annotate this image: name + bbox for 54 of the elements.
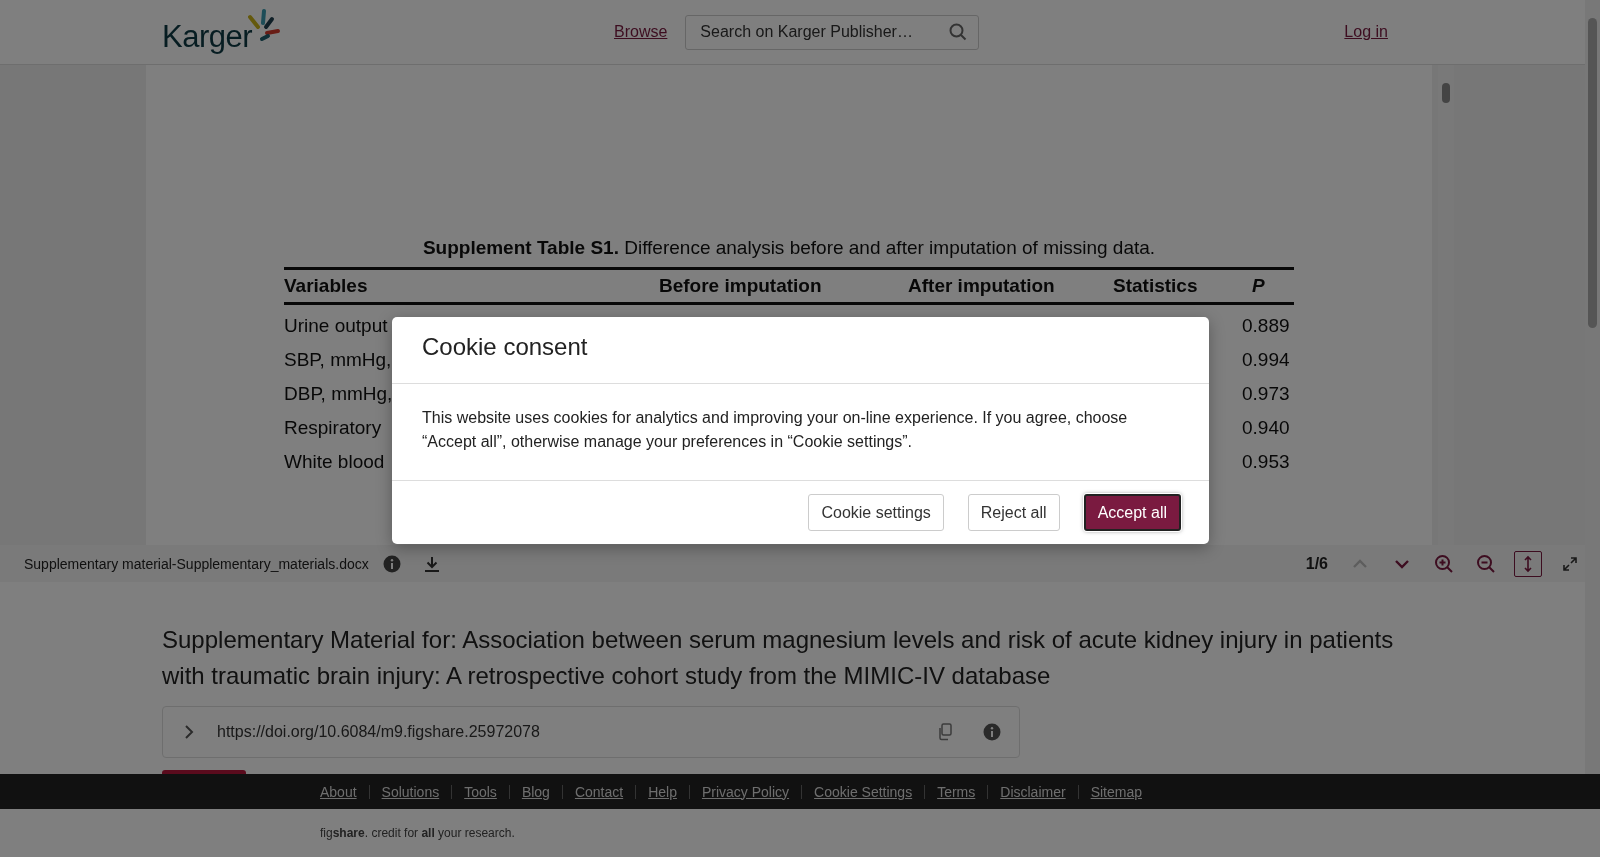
table-cell: White blood [284,451,385,473]
logo[interactable]: Karger [162,9,614,55]
column-header: Variables [284,275,369,297]
page-scrollbar[interactable] [1585,0,1600,774]
file-name: Supplementary material-Supplementary_materials.docx [24,555,369,572]
tagline: figshare. credit for all your research. [320,826,515,840]
logo-text: Karger [162,19,253,55]
column-header: Statistics [1113,275,1199,297]
column-header: Before imputation [659,275,823,297]
footer-link[interactable]: Help [648,783,677,800]
footer-link[interactable]: Contact [574,783,624,800]
table-cell: Urine output [284,315,388,337]
item-title: Supplementary Material for: Association between serum magnesium levels and risk of acute kidney injury in patients with traumatic brain injury: A retrospective cohort study from the MIMIC-IV database [162,625,1395,691]
dialog-button[interactable]: Reject all [967,494,1060,531]
table-caption: Supplement Table S1. Difference analysis before and after imputation of missing data. [421,237,1157,259]
table-cell-text: 0.953 [1242,451,1291,473]
table-cell: DBP, mmHg, [284,383,393,405]
footer-link[interactable]: Privacy Policy [701,783,790,800]
info-icon[interactable] [382,554,401,573]
browse-link[interactable]: Browse [614,23,668,41]
footer-link[interactable]: Cookie Settings [814,783,913,800]
fit-height-button[interactable] [1514,550,1542,577]
footer-link[interactable]: Blog [521,783,550,800]
zoom-out-icon [1476,553,1496,574]
footer-link[interactable]: Terms [937,783,976,800]
dialog-title: Cookie consent [392,317,1209,384]
footer-link[interactable]: Disclaimer [1000,783,1066,800]
info-icon[interactable] [983,723,1001,741]
table-cell: Respiratory [284,417,382,439]
dialog-text: This website uses cookies for analytics and improving your on-line experience. If you agree, choose “Accept all”, otherwise manage your preferences in “Cookie settings”. [422,408,1129,452]
doi-link[interactable]: https://doi.org/10.6084/m9.figshare.25972078 [217,723,540,741]
fullscreen-icon [1562,555,1578,572]
table-cell-text: 0.994 [1242,349,1291,371]
footer-link[interactable]: Tools [464,783,497,800]
page-counter: 1/6 [1305,554,1328,573]
table-cell-text: 0.973 [1242,383,1291,405]
table-cell-text: 0.940 [1242,417,1291,439]
footer-link[interactable]: Solutions [381,783,440,800]
chevron-icon[interactable] [183,724,195,740]
footer-link[interactable]: About [320,783,357,800]
copy-icon[interactable] [937,723,953,741]
table-cell: SBP, mmHg, [284,349,392,371]
column-header: After imputation [908,275,1056,297]
footer-link[interactable]: Sitemap [1090,783,1142,800]
dialog-button[interactable]: Cookie settings [808,494,944,531]
zoom-in-icon [1434,553,1454,574]
table-cell-text: 0.889 [1242,315,1291,337]
download-icon[interactable] [422,554,441,573]
accept-button[interactable]: Accept all [1083,494,1181,531]
login-link[interactable]: Log in [1344,23,1388,41]
search-field[interactable]: Search on Karger Publisher… [685,14,980,50]
column-header: P [1252,275,1266,297]
vertical-arrows-icon [1521,554,1535,573]
search-icon [949,22,968,41]
